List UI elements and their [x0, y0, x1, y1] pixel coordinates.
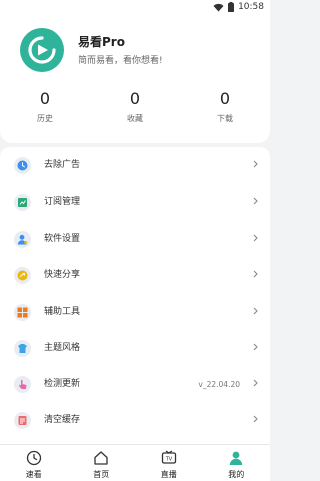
menu-item-label: 清空缓存: [44, 415, 81, 425]
chevron-right-icon: [253, 270, 258, 278]
status-time: 10:58: [238, 2, 264, 12]
speed-watch-icon: [26, 450, 41, 466]
user-settings-icon: [14, 231, 31, 248]
menu-item-label: 检测更新: [44, 379, 81, 389]
clear-cache-icon: [14, 412, 31, 429]
tools-icon: [14, 304, 31, 321]
stat-label: 下载: [217, 114, 233, 123]
chevron-right-icon: [253, 343, 258, 351]
chevron-right-icon: [253, 234, 258, 242]
menu-item-theme-style[interactable]: 主题风格: [0, 333, 270, 363]
clock-icon: [14, 157, 31, 174]
chevron-right-icon: [253, 160, 258, 168]
app-name: 易看Pro: [78, 35, 125, 49]
menu-item-label: 主题风格: [44, 343, 81, 353]
stat-favorites[interactable]: 0 收藏: [90, 90, 180, 124]
tab-label: 速看: [25, 470, 42, 479]
menu-item-label: 去除广告: [44, 160, 81, 170]
menu-item-label: 软件设置: [44, 234, 81, 244]
menu-item-software-settings[interactable]: 软件设置: [0, 224, 270, 254]
menu-item-assist-tools[interactable]: 辅助工具: [0, 297, 270, 327]
chevron-right-icon: [253, 415, 258, 423]
wifi-icon: [213, 3, 224, 11]
profile-card: 易看Pro 简而易看，看你想看! 0 历史 0 收藏 0 下载: [0, 14, 270, 143]
status-icons: 10:58: [213, 2, 264, 12]
menu-item-quick-share[interactable]: 快速分享: [0, 260, 270, 290]
profile-icon: [230, 451, 243, 465]
settings-menu: 去除广告 订阅管理 软件设置 快速分享 辅助工具 主题风格 检测更新 v_22.…: [0, 147, 270, 444]
tab-live[interactable]: TV 直播: [135, 445, 203, 481]
version-text: v_22.04.20: [198, 380, 240, 389]
tab-label: 直播: [160, 470, 177, 479]
tab-speed-watch[interactable]: 速看: [0, 445, 68, 481]
menu-item-label: 辅助工具: [44, 307, 81, 317]
update-icon: [14, 376, 31, 393]
status-bar: 10:58: [0, 0, 270, 14]
stat-history[interactable]: 0 历史: [0, 90, 90, 124]
menu-item-label: 订阅管理: [44, 197, 81, 207]
bottom-tab-bar: 速看 首页 TV 直播 我的: [0, 444, 270, 481]
app-slogan: 简而易看，看你想看!: [78, 56, 163, 66]
stat-value: 0: [129, 89, 141, 108]
menu-item-subscriptions[interactable]: 订阅管理: [0, 187, 270, 217]
chevron-right-icon: [253, 379, 258, 387]
theme-icon: [14, 340, 31, 357]
chevron-right-icon: [253, 307, 258, 315]
tv-icon: TV: [161, 450, 176, 464]
tab-mine[interactable]: 我的: [203, 445, 271, 481]
menu-item-label: 快速分享: [44, 270, 81, 280]
stat-downloads[interactable]: 0 下载: [180, 90, 270, 124]
menu-item-clear-cache[interactable]: 清空缓存: [0, 405, 270, 435]
menu-item-check-update[interactable]: 检测更新 v_22.04.20: [0, 369, 270, 399]
share-icon: [14, 267, 31, 284]
tab-label: 首页: [93, 470, 110, 479]
tab-label: 我的: [228, 470, 245, 479]
stats-row: 0 历史 0 收藏 0 下载: [0, 90, 270, 124]
tab-home[interactable]: 首页: [68, 445, 136, 481]
svg-text:TV: TV: [165, 457, 173, 463]
play-logo-icon: [28, 36, 56, 64]
stat-label: 历史: [37, 114, 53, 123]
battery-icon: [228, 2, 235, 12]
stat-label: 收藏: [127, 114, 143, 123]
subscription-icon: [14, 194, 31, 211]
app-logo-avatar[interactable]: [20, 28, 64, 72]
chevron-right-icon: [253, 197, 258, 205]
home-icon: [94, 451, 108, 465]
menu-item-remove-ads[interactable]: 去除广告: [0, 150, 270, 180]
stat-value: 0: [39, 89, 51, 108]
stat-value: 0: [219, 89, 231, 108]
